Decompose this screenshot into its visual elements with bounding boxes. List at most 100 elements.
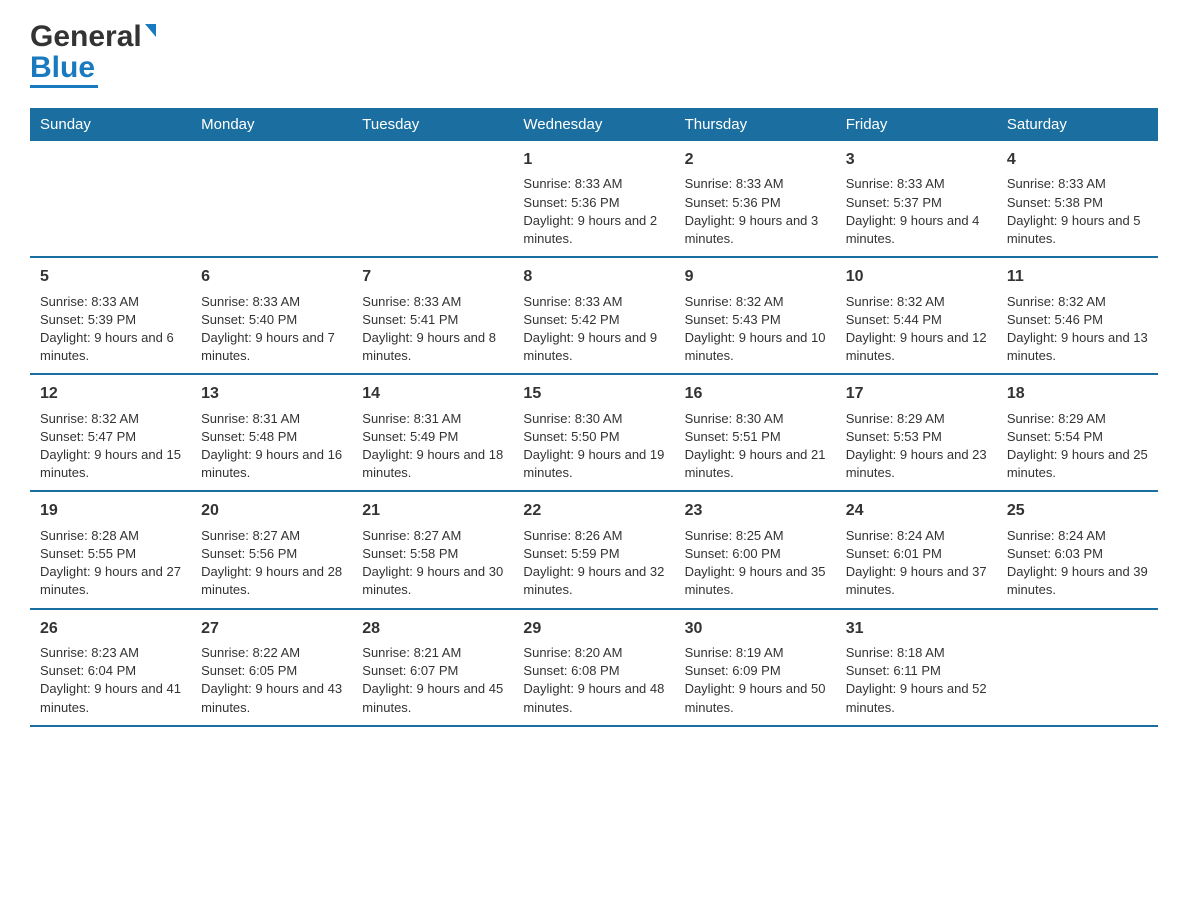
calendar-cell: 5Sunrise: 8:33 AM Sunset: 5:39 PM Daylig… bbox=[30, 257, 191, 374]
header-col-wednesday: Wednesday bbox=[513, 108, 674, 141]
calendar-cell: 13 Sunrise: 8:31 AM Sunset: 5:48 PM Dayli… bbox=[191, 374, 352, 491]
day-number: 29 bbox=[523, 618, 664, 640]
calendar-cell: 1Sunrise: 8:33 AM Sunset: 5:36 PM Daylig… bbox=[513, 141, 674, 257]
day-number: 15 bbox=[523, 383, 664, 405]
calendar-cell: 16 Sunrise: 8:30 AM Sunset: 5:51 PM Dayli… bbox=[675, 374, 836, 491]
calendar-cell: 29 Sunrise: 8:20 AM Sunset: 6:08 PM Dayli… bbox=[513, 609, 674, 726]
calendar-cell: 17 Sunrise: 8:29 AM Sunset: 5:53 PM Dayli… bbox=[836, 374, 997, 491]
calendar-cell: 2 Sunrise: 8:33 AM Sunset: 5:36 PM Daylig… bbox=[675, 141, 836, 257]
day-number: 2 bbox=[685, 149, 826, 171]
day-number: 21 bbox=[362, 500, 503, 522]
day-number: 12 bbox=[40, 383, 181, 405]
day-number: 31 bbox=[846, 618, 987, 640]
calendar-cell: 23 Sunrise: 8:25 AM Sunset: 6:00 PM Dayli… bbox=[675, 491, 836, 608]
day-info: Sunrise: 8:18 AM Sunset: 6:11 PM Dayligh… bbox=[846, 644, 987, 717]
calendar-cell bbox=[997, 609, 1158, 726]
logo-blue: Blue bbox=[30, 51, 95, 84]
day-info: Sunrise: 8:31 AM Sunset: 5:48 PM Dayligh… bbox=[201, 410, 342, 483]
day-info: Sunrise: 8:33 AM Sunset: 5:39 PM Dayligh… bbox=[40, 293, 181, 366]
logo-underline bbox=[30, 85, 98, 88]
header-col-monday: Monday bbox=[191, 108, 352, 141]
day-number: 22 bbox=[523, 500, 664, 522]
day-number: 20 bbox=[201, 500, 342, 522]
week-row-3: 12Sunrise: 8:32 AM Sunset: 5:47 PM Dayli… bbox=[30, 374, 1158, 491]
day-info: Sunrise: 8:29 AM Sunset: 5:54 PM Dayligh… bbox=[1007, 410, 1148, 483]
day-number: 8 bbox=[523, 266, 664, 288]
day-number: 9 bbox=[685, 266, 826, 288]
day-number: 24 bbox=[846, 500, 987, 522]
day-number: 25 bbox=[1007, 500, 1148, 522]
day-number: 27 bbox=[201, 618, 342, 640]
calendar-cell: 26 Sunrise: 8:23 AM Sunset: 6:04 PM Dayli… bbox=[30, 609, 191, 726]
header-col-saturday: Saturday bbox=[997, 108, 1158, 141]
logo-general: General bbox=[30, 20, 142, 53]
calendar-cell: 12Sunrise: 8:32 AM Sunset: 5:47 PM Dayli… bbox=[30, 374, 191, 491]
week-row-5: 26 Sunrise: 8:23 AM Sunset: 6:04 PM Dayli… bbox=[30, 609, 1158, 726]
calendar-cell: 19 Sunrise: 8:28 AM Sunset: 5:55 PM Dayli… bbox=[30, 491, 191, 608]
calendar-cell bbox=[352, 141, 513, 257]
week-row-4: 19 Sunrise: 8:28 AM Sunset: 5:55 PM Dayli… bbox=[30, 491, 1158, 608]
header-col-tuesday: Tuesday bbox=[352, 108, 513, 141]
day-number: 16 bbox=[685, 383, 826, 405]
day-number: 17 bbox=[846, 383, 987, 405]
day-number: 23 bbox=[685, 500, 826, 522]
calendar-cell: 3 Sunrise: 8:33 AM Sunset: 5:37 PM Daylig… bbox=[836, 141, 997, 257]
calendar-cell: 11 Sunrise: 8:32 AM Sunset: 5:46 PM Dayli… bbox=[997, 257, 1158, 374]
day-number: 19 bbox=[40, 500, 181, 522]
calendar-cell: 7 Sunrise: 8:33 AM Sunset: 5:41 PM Daylig… bbox=[352, 257, 513, 374]
calendar-cell: 25 Sunrise: 8:24 AM Sunset: 6:03 PM Dayli… bbox=[997, 491, 1158, 608]
calendar-cell: 30Sunrise: 8:19 AM Sunset: 6:09 PM Dayli… bbox=[675, 609, 836, 726]
day-info: Sunrise: 8:28 AM Sunset: 5:55 PM Dayligh… bbox=[40, 527, 181, 600]
day-number: 26 bbox=[40, 618, 181, 640]
header-col-sunday: Sunday bbox=[30, 108, 191, 141]
day-info: Sunrise: 8:31 AM Sunset: 5:49 PM Dayligh… bbox=[362, 410, 503, 483]
day-info: Sunrise: 8:32 AM Sunset: 5:46 PM Dayligh… bbox=[1007, 293, 1148, 366]
day-info: Sunrise: 8:33 AM Sunset: 5:36 PM Dayligh… bbox=[685, 175, 826, 248]
day-number: 7 bbox=[362, 266, 503, 288]
day-number: 13 bbox=[201, 383, 342, 405]
day-info: Sunrise: 8:33 AM Sunset: 5:38 PM Dayligh… bbox=[1007, 175, 1148, 248]
page-header: General Blue bbox=[30, 20, 1158, 88]
day-info: Sunrise: 8:33 AM Sunset: 5:41 PM Dayligh… bbox=[362, 293, 503, 366]
day-info: Sunrise: 8:33 AM Sunset: 5:42 PM Dayligh… bbox=[523, 293, 664, 366]
day-info: Sunrise: 8:33 AM Sunset: 5:37 PM Dayligh… bbox=[846, 175, 987, 248]
day-info: Sunrise: 8:30 AM Sunset: 5:50 PM Dayligh… bbox=[523, 410, 664, 483]
calendar-cell: 18 Sunrise: 8:29 AM Sunset: 5:54 PM Dayli… bbox=[997, 374, 1158, 491]
day-info: Sunrise: 8:29 AM Sunset: 5:53 PM Dayligh… bbox=[846, 410, 987, 483]
day-info: Sunrise: 8:24 AM Sunset: 6:03 PM Dayligh… bbox=[1007, 527, 1148, 600]
day-info: Sunrise: 8:33 AM Sunset: 5:40 PM Dayligh… bbox=[201, 293, 342, 366]
day-number: 1 bbox=[523, 149, 664, 171]
day-number: 18 bbox=[1007, 383, 1148, 405]
calendar-cell: 4Sunrise: 8:33 AM Sunset: 5:38 PM Daylig… bbox=[997, 141, 1158, 257]
calendar-cell bbox=[30, 141, 191, 257]
day-info: Sunrise: 8:22 AM Sunset: 6:05 PM Dayligh… bbox=[201, 644, 342, 717]
day-info: Sunrise: 8:32 AM Sunset: 5:43 PM Dayligh… bbox=[685, 293, 826, 366]
day-number: 11 bbox=[1007, 266, 1148, 288]
week-row-1: 1 Sunrise: 8:33 AM Sunset: 5:36 PM Daylig… bbox=[30, 141, 1158, 257]
calendar-cell: 31 Sunrise: 8:18 AM Sunset: 6:11 PM Dayli… bbox=[836, 609, 997, 726]
day-number: 6 bbox=[201, 266, 342, 288]
day-info: Sunrise: 8:27 AM Sunset: 5:56 PM Dayligh… bbox=[201, 527, 342, 600]
calendar-cell bbox=[191, 141, 352, 257]
calendar-cell: 21 Sunrise: 8:27 AM Sunset: 5:58 PM Dayli… bbox=[352, 491, 513, 608]
week-row-2: 5Sunrise: 8:33 AM Sunset: 5:39 PM Daylig… bbox=[30, 257, 1158, 374]
calendar-cell: 10 Sunrise: 8:32 AM Sunset: 5:44 PM Dayli… bbox=[836, 257, 997, 374]
day-info: Sunrise: 8:23 AM Sunset: 6:04 PM Dayligh… bbox=[40, 644, 181, 717]
day-number: 3 bbox=[846, 149, 987, 171]
day-info: Sunrise: 8:21 AM Sunset: 6:07 PM Dayligh… bbox=[362, 644, 503, 717]
day-info: Sunrise: 8:25 AM Sunset: 6:00 PM Dayligh… bbox=[685, 527, 826, 600]
calendar-cell: 14Sunrise: 8:31 AM Sunset: 5:49 PM Dayli… bbox=[352, 374, 513, 491]
calendar-cell: 6 Sunrise: 8:33 AM Sunset: 5:40 PM Daylig… bbox=[191, 257, 352, 374]
header-col-thursday: Thursday bbox=[675, 108, 836, 141]
day-info: Sunrise: 8:27 AM Sunset: 5:58 PM Dayligh… bbox=[362, 527, 503, 600]
calendar-cell: 27 Sunrise: 8:22 AM Sunset: 6:05 PM Dayli… bbox=[191, 609, 352, 726]
logo: General Blue bbox=[30, 20, 156, 88]
day-info: Sunrise: 8:24 AM Sunset: 6:01 PM Dayligh… bbox=[846, 527, 987, 600]
day-number: 10 bbox=[846, 266, 987, 288]
day-info: Sunrise: 8:32 AM Sunset: 5:44 PM Dayligh… bbox=[846, 293, 987, 366]
calendar-cell: 9 Sunrise: 8:32 AM Sunset: 5:43 PM Daylig… bbox=[675, 257, 836, 374]
calendar-cell: 20 Sunrise: 8:27 AM Sunset: 5:56 PM Dayli… bbox=[191, 491, 352, 608]
day-info: Sunrise: 8:30 AM Sunset: 5:51 PM Dayligh… bbox=[685, 410, 826, 483]
calendar-cell: 22Sunrise: 8:26 AM Sunset: 5:59 PM Dayli… bbox=[513, 491, 674, 608]
day-info: Sunrise: 8:20 AM Sunset: 6:08 PM Dayligh… bbox=[523, 644, 664, 717]
